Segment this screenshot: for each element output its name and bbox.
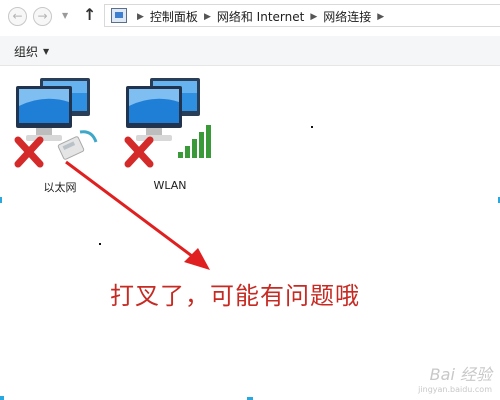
annotation-arrow [65,160,210,270]
watermark: Bai 经验 jingyan.baidu.com [418,361,492,394]
watermark-url: jingyan.baidu.com [418,385,492,394]
edge-mark [0,396,4,400]
annotation-text: 打叉了，可能有问题哦 [110,282,360,310]
stray-dot [99,243,101,245]
stray-dot [311,126,313,128]
edge-mark [0,197,2,203]
watermark-brand: Bai 经验 [429,365,492,384]
